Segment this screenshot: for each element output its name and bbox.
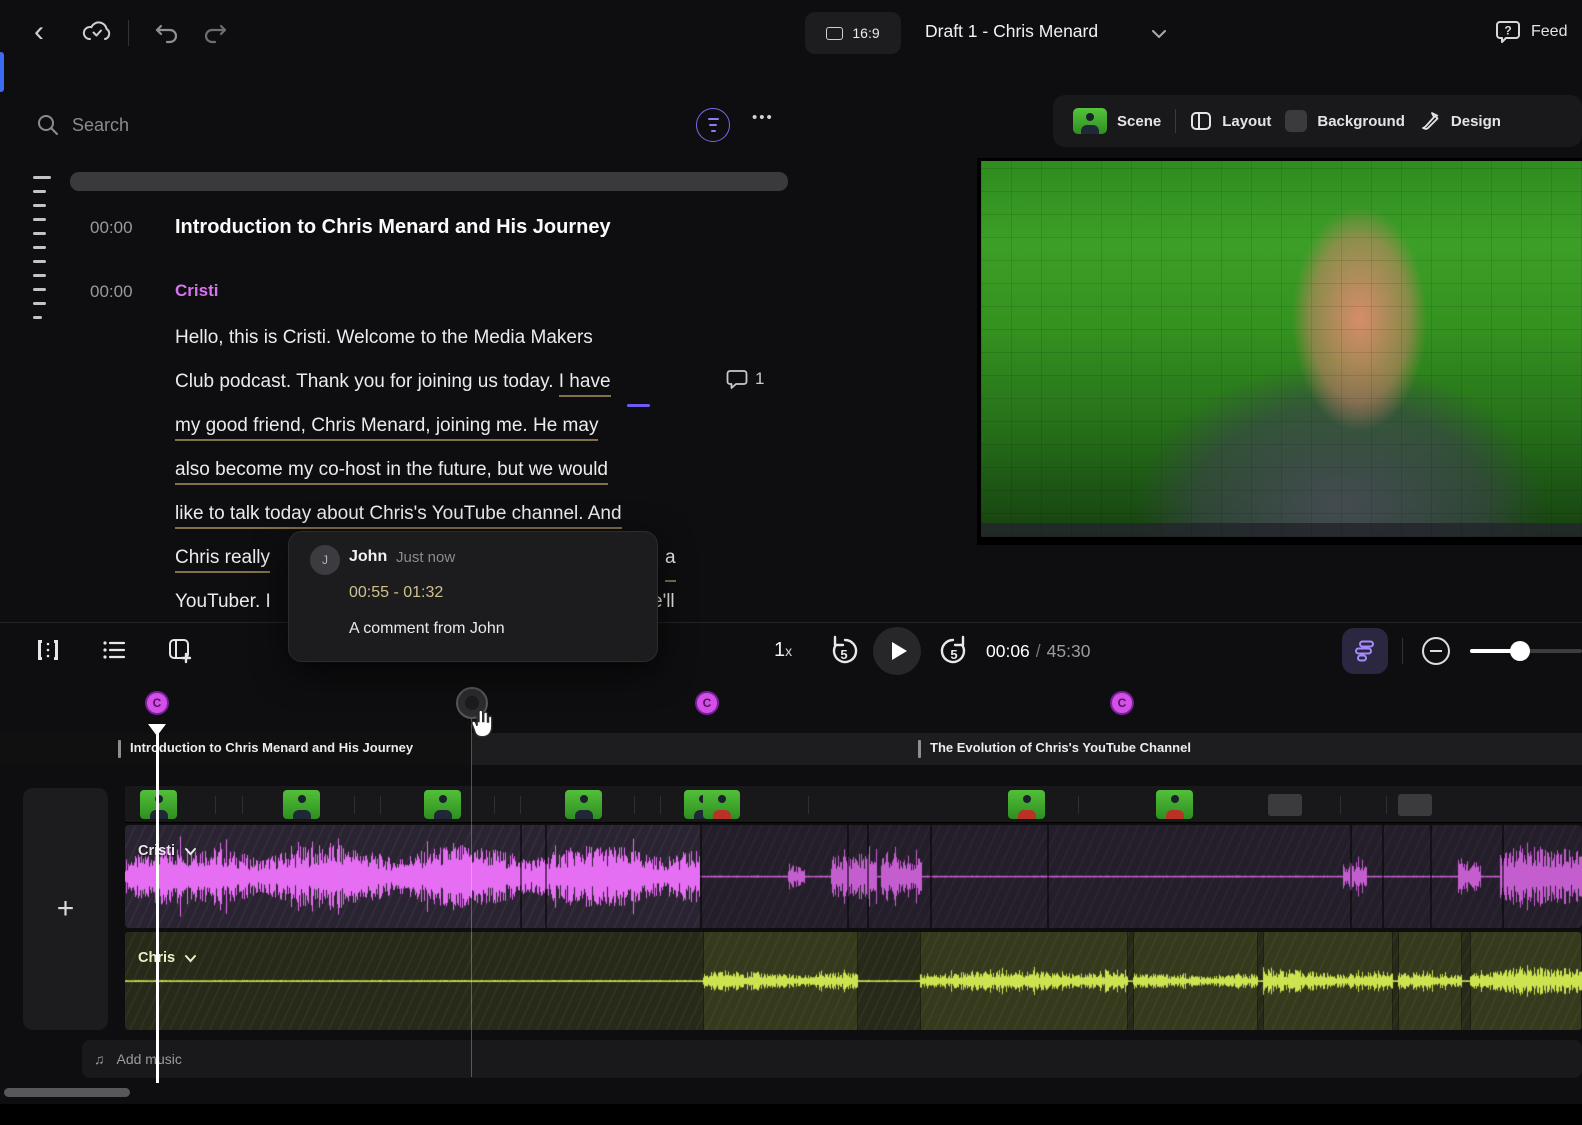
speaker-timestamp: 00:00 xyxy=(90,282,133,301)
transcript-fragment: a xyxy=(665,539,676,582)
controls-divider xyxy=(1402,638,1403,664)
comment-time-range: 00:55 - 01:32 xyxy=(349,584,444,601)
timeline-view-toggle[interactable] xyxy=(1342,628,1388,674)
track-label-cristi[interactable]: Cristi xyxy=(138,843,197,859)
comment-count-badge[interactable]: 1 xyxy=(726,368,764,390)
playback-speed-button[interactable]: 1x xyxy=(774,639,792,662)
back-button[interactable]: ‹ xyxy=(34,16,44,48)
tab-background[interactable]: Background xyxy=(1285,110,1405,132)
feedback-label: Feed xyxy=(1531,23,1568,40)
search-input[interactable] xyxy=(72,114,612,136)
chapter-marker[interactable]: C xyxy=(145,691,169,715)
play-button[interactable] xyxy=(873,627,921,675)
transcript-line: my good friend, Chris Menard, joining me… xyxy=(175,407,723,451)
preview-toolbar: Scene Layout Background Design xyxy=(1053,95,1582,147)
undo-button[interactable] xyxy=(152,18,182,48)
current-time: 00:06 xyxy=(986,641,1030,661)
playhead-line[interactable] xyxy=(156,733,159,1083)
timeline-bars-icon xyxy=(1355,640,1374,662)
comment-time-ago: Just now xyxy=(396,549,456,566)
svg-text:?: ? xyxy=(1504,24,1511,38)
scene-thumbnail xyxy=(1073,108,1107,134)
comment-count: 1 xyxy=(755,369,765,388)
redo-button[interactable] xyxy=(200,18,230,48)
chris-waveform xyxy=(125,932,1582,1030)
music-note-icon: ♫ xyxy=(94,1051,105,1067)
chevron-down-icon xyxy=(185,954,197,962)
video-preview[interactable] xyxy=(977,158,1582,545)
help-bubble-icon: ? xyxy=(1496,21,1520,43)
cloud-sync-icon[interactable] xyxy=(80,17,114,49)
plus-icon: + xyxy=(56,892,75,925)
list-view-icon[interactable] xyxy=(100,636,128,664)
aspect-ratio-button[interactable]: 16:9 xyxy=(805,12,901,54)
track-label-chris[interactable]: Chris xyxy=(138,950,197,966)
tab-layout[interactable]: Layout xyxy=(1190,110,1271,132)
transcript-line: also become my co-host in the future, bu… xyxy=(175,451,723,495)
section-title[interactable]: Introduction to Chris Menard and His Jou… xyxy=(130,740,413,755)
layout-icon xyxy=(1191,112,1212,130)
project-title[interactable]: Draft 1 - Chris Menard xyxy=(925,21,1098,42)
pen-icon xyxy=(1421,112,1439,130)
section-handle[interactable] xyxy=(118,740,121,758)
skip-forward-5-button[interactable]: 5 xyxy=(936,633,970,669)
comment-author: John xyxy=(349,548,388,565)
section-title[interactable]: The Evolution of Chris's YouTube Channel xyxy=(930,740,1191,755)
mouse-hand-cursor xyxy=(466,706,494,740)
zoom-out-button[interactable] xyxy=(1422,637,1450,665)
section-handle[interactable] xyxy=(918,740,921,758)
play-icon xyxy=(891,642,907,660)
feedback-button[interactable]: ? Feed xyxy=(1494,18,1582,46)
split-clip-icon[interactable] xyxy=(34,636,62,664)
bottom-edge-bar xyxy=(0,1104,1582,1125)
tab-scene[interactable]: Scene xyxy=(1073,108,1161,134)
project-title-chevron-icon[interactable] xyxy=(1150,28,1168,40)
timeline-horizontal-scrollbar[interactable] xyxy=(4,1088,130,1097)
chapter-title[interactable]: Introduction to Chris Menard and His Jou… xyxy=(175,216,611,239)
zoom-slider-thumb[interactable] xyxy=(1510,641,1530,661)
total-time: 45:30 xyxy=(1046,641,1091,661)
filter-icon[interactable] xyxy=(696,108,730,142)
commented-range-start: I have xyxy=(558,371,611,397)
svg-text:5: 5 xyxy=(950,647,957,662)
comment-body: A comment from John xyxy=(349,620,505,637)
skip-back-5-button[interactable]: 5 xyxy=(828,633,862,669)
toolbar-divider xyxy=(1175,109,1177,133)
chapter-marker[interactable]: C xyxy=(695,691,719,715)
header-divider xyxy=(128,20,129,46)
comment-popup[interactable]: J John Just now 00:55 - 01:32 A comment … xyxy=(288,531,658,662)
avatar: J xyxy=(310,545,340,575)
transcript-line: Hello, this is Cristi. Welcome to the Me… xyxy=(175,327,593,348)
aspect-ratio-value: 16:9 xyxy=(852,25,880,41)
tab-design[interactable]: Design xyxy=(1419,110,1501,132)
chapter-timestamp: 00:00 xyxy=(90,218,133,237)
video-editor-app: ‹ 16:9 Draft 1 - Chris Menard ? Feed ••• xyxy=(0,0,1582,1125)
time-display: 00:06/45:30 xyxy=(986,641,1091,661)
search-icon xyxy=(38,115,58,135)
search-bar: ••• xyxy=(36,104,796,146)
video-frame-pixelated xyxy=(981,161,1582,537)
editor-timeline-divider xyxy=(0,622,1582,623)
aspect-ratio-icon xyxy=(826,26,844,40)
more-options-button[interactable]: ••• xyxy=(752,109,774,126)
zoom-slider-track-remainder[interactable] xyxy=(1528,649,1582,653)
chevron-down-icon xyxy=(185,847,197,855)
sidebar-active-indicator xyxy=(0,52,4,92)
transcript-line: Club podcast. Thank you for joining us t… xyxy=(175,363,723,407)
comment-marker-line xyxy=(471,687,472,1077)
add-track-button[interactable]: + xyxy=(23,788,108,1030)
background-swatch xyxy=(1285,110,1308,132)
chapter-marker[interactable]: C xyxy=(1110,691,1134,715)
add-music-label: Add music xyxy=(116,1051,182,1067)
audio-track-chris[interactable]: Chris xyxy=(125,932,1582,1030)
script-collapsed-block[interactable] xyxy=(70,172,788,191)
speaker-label[interactable]: Cristi xyxy=(175,281,218,301)
audio-track-cristi[interactable]: Cristi xyxy=(125,825,1582,928)
video-track[interactable] xyxy=(125,786,1582,823)
svg-text:5: 5 xyxy=(840,647,847,662)
add-music-row[interactable]: ♫ Add music xyxy=(82,1040,1582,1078)
collaborator-caret xyxy=(627,404,650,407)
add-scene-icon[interactable] xyxy=(166,636,194,664)
comment-bubble-icon xyxy=(726,370,748,389)
